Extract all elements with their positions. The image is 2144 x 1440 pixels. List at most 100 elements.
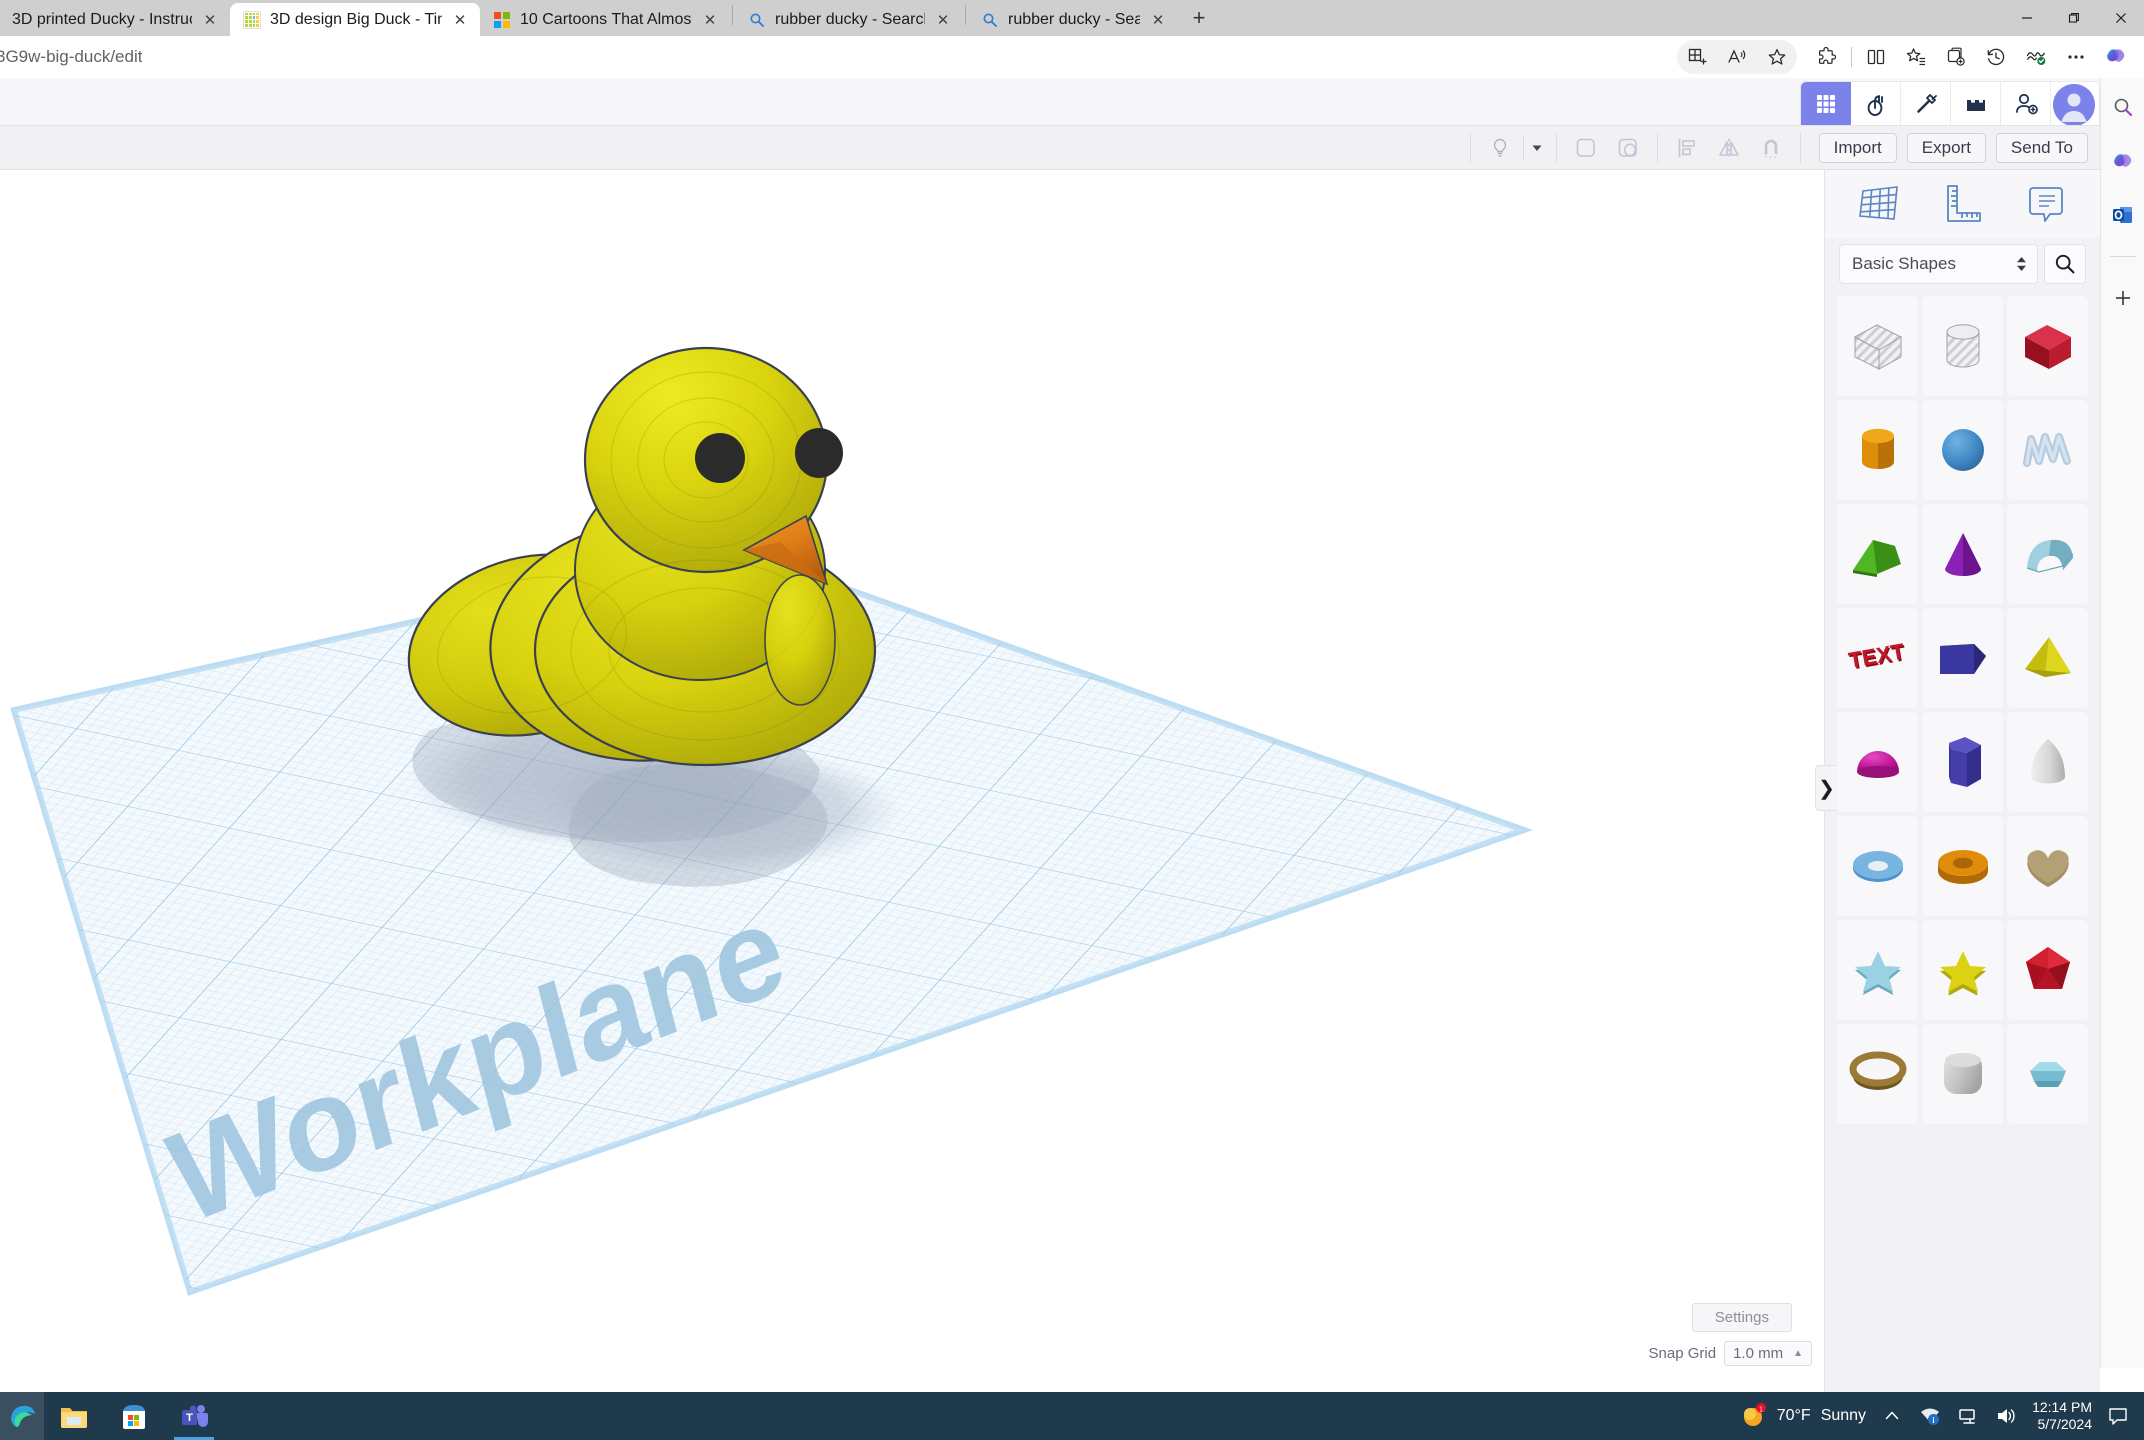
weather-condition: Sunny <box>1821 1407 1866 1425</box>
settings-more-icon[interactable] <box>2056 40 2096 74</box>
shape-cylinder-orange[interactable] <box>1837 400 1918 500</box>
minimize-button[interactable] <box>2003 0 2050 36</box>
search-icon[interactable] <box>2108 92 2138 122</box>
outlook-icon[interactable] <box>2108 200 2138 230</box>
network-icon[interactable]: i <box>1918 1404 1942 1428</box>
show-hidden-icon[interactable] <box>1880 1404 1904 1428</box>
shape-wedge-green[interactable] <box>1837 504 1918 604</box>
read-aloud-icon[interactable] <box>1717 40 1757 74</box>
nav-codeblocks[interactable] <box>1851 82 1901 125</box>
shape-pyramid-yellow[interactable] <box>2007 608 2088 708</box>
settings-button[interactable]: Settings <box>1692 1303 1792 1332</box>
shape-box-red[interactable] <box>2007 296 2088 396</box>
shape-scribble[interactable] <box>2007 400 2088 500</box>
export-button[interactable]: Export <box>1907 133 1986 163</box>
svg-text:T: T <box>186 1412 193 1424</box>
lightbulb-icon[interactable] <box>1479 132 1521 164</box>
toolbar-divider <box>1657 133 1658 163</box>
close-icon[interactable]: ✕ <box>200 10 220 30</box>
shape-category-select[interactable]: Basic Shapes <box>1839 244 2038 284</box>
magnet-icon[interactable] <box>1750 132 1792 164</box>
shape-roundcube-grey[interactable] <box>1922 1024 2003 1124</box>
shape-polyhedron-red[interactable] <box>2007 920 2088 1020</box>
notification-icon[interactable] <box>2106 1404 2130 1428</box>
nav-design-grid[interactable] <box>1801 82 1851 125</box>
nav-learn[interactable] <box>1901 82 1951 125</box>
tab-divider <box>732 5 733 25</box>
send-to-button[interactable]: Send To <box>1996 133 2088 163</box>
close-window-button[interactable] <box>2097 0 2144 36</box>
nav-invite[interactable] <box>2001 82 2051 125</box>
favorite-star-icon[interactable] <box>1757 40 1797 74</box>
toolbar-divider <box>1800 133 1801 163</box>
align-icon[interactable] <box>1666 132 1708 164</box>
shape-paraboloid-grey[interactable] <box>2007 712 2088 812</box>
bing-search-icon <box>747 10 767 30</box>
shape-ring-brown[interactable] <box>1837 1024 1918 1124</box>
close-icon[interactable]: ✕ <box>450 10 470 30</box>
tab-shapes[interactable] <box>1850 178 1908 230</box>
ungroup-icon[interactable] <box>1607 132 1649 164</box>
shape-star-yellow[interactable] <box>1922 920 2003 1020</box>
snap-grid-value: 1.0 mm <box>1733 1345 1783 1362</box>
add-sidebar-icon[interactable] <box>2108 283 2138 313</box>
tab-notes[interactable] <box>2017 178 2075 230</box>
display-icon[interactable] <box>1956 1404 1980 1428</box>
shape-hexprism-indigo[interactable] <box>1922 712 2003 812</box>
nav-gallery[interactable] <box>1951 82 2001 125</box>
new-tab-button[interactable]: + <box>1184 3 1214 33</box>
shape-roof-teal[interactable] <box>2007 504 2088 604</box>
import-button[interactable]: Import <box>1819 133 1897 163</box>
edge-icon[interactable] <box>0 1392 44 1440</box>
history-icon[interactable] <box>1976 40 2016 74</box>
tinkercad-topbar <box>0 78 2100 126</box>
browser-tab-0[interactable]: 3D printed Ducky - Instructable ✕ <box>0 3 230 36</box>
group-icon[interactable] <box>1565 132 1607 164</box>
maximize-button[interactable] <box>2050 0 2097 36</box>
microsoft-store-icon[interactable] <box>104 1392 164 1440</box>
shape-cylinder-hole[interactable] <box>1922 296 2003 396</box>
shape-search-button[interactable] <box>2044 244 2086 284</box>
collections-icon[interactable] <box>1677 40 1717 74</box>
shape-star-blue[interactable] <box>1837 920 1918 1020</box>
shape-cone-purple[interactable] <box>1922 504 2003 604</box>
favorites-list-icon[interactable] <box>1896 40 1936 74</box>
file-explorer-icon[interactable] <box>44 1392 104 1440</box>
copilot-icon[interactable] <box>2108 146 2138 176</box>
browser-tab-1[interactable]: 3D design Big Duck - Tinkercad ✕ <box>230 3 480 36</box>
avatar[interactable] <box>2053 84 2095 125</box>
teams-icon[interactable]: T <box>164 1392 224 1440</box>
extensions-icon[interactable] <box>1807 40 1847 74</box>
window-controls <box>2003 0 2144 36</box>
browser-essentials-icon[interactable] <box>2016 40 2056 74</box>
close-icon[interactable]: ✕ <box>933 10 953 30</box>
shape-box-hole[interactable] <box>1837 296 1918 396</box>
snap-grid-select[interactable]: 1.0 mm ▲ <box>1724 1341 1812 1366</box>
browser-tab-4[interactable]: rubber ducky - Search Images ✕ <box>968 3 1178 36</box>
chevron-down-icon[interactable] <box>1526 132 1548 164</box>
shape-tube-orange[interactable] <box>1922 816 2003 916</box>
address-bar[interactable]: 3G9w-big-duck/edit <box>0 47 142 67</box>
shape-sphere-blue[interactable] <box>1922 400 2003 500</box>
close-icon[interactable]: ✕ <box>700 10 720 30</box>
tab-ruler[interactable] <box>1933 178 1991 230</box>
weather-widget[interactable]: 1 70°F Sunny <box>1741 1403 1866 1429</box>
shape-text-red[interactable]: TEXT TEXT <box>1837 608 1918 708</box>
shape-tube-navy[interactable] <box>1922 608 2003 708</box>
panel-collapse-handle[interactable]: ❯ <box>1815 765 1837 811</box>
volume-icon[interactable] <box>1994 1404 2018 1428</box>
close-icon[interactable]: ✕ <box>1148 10 1168 30</box>
viewport-3d[interactable]: Workplane <box>0 170 1824 1392</box>
mirror-icon[interactable] <box>1708 132 1750 164</box>
shape-torus-blue[interactable] <box>1837 816 1918 916</box>
split-screen-icon[interactable] <box>1856 40 1896 74</box>
browser-tab-3[interactable]: rubber ducky - Search ✕ <box>735 3 963 36</box>
browser-titlebar: 3D printed Ducky - Instructable ✕ 3D des… <box>0 0 2144 36</box>
shape-halfsphere-magenta[interactable] <box>1837 712 1918 812</box>
browser-tab-2[interactable]: 10 Cartoons That Almost Looked ✕ <box>480 3 730 36</box>
copilot-icon[interactable] <box>2096 40 2136 74</box>
taskbar-clock[interactable]: 12:14 PM 5/7/2024 <box>2032 1399 2092 1433</box>
shape-heart-brown[interactable] <box>2007 816 2088 916</box>
shape-gem-teal[interactable] <box>2007 1024 2088 1124</box>
add-to-collections-icon[interactable] <box>1936 40 1976 74</box>
